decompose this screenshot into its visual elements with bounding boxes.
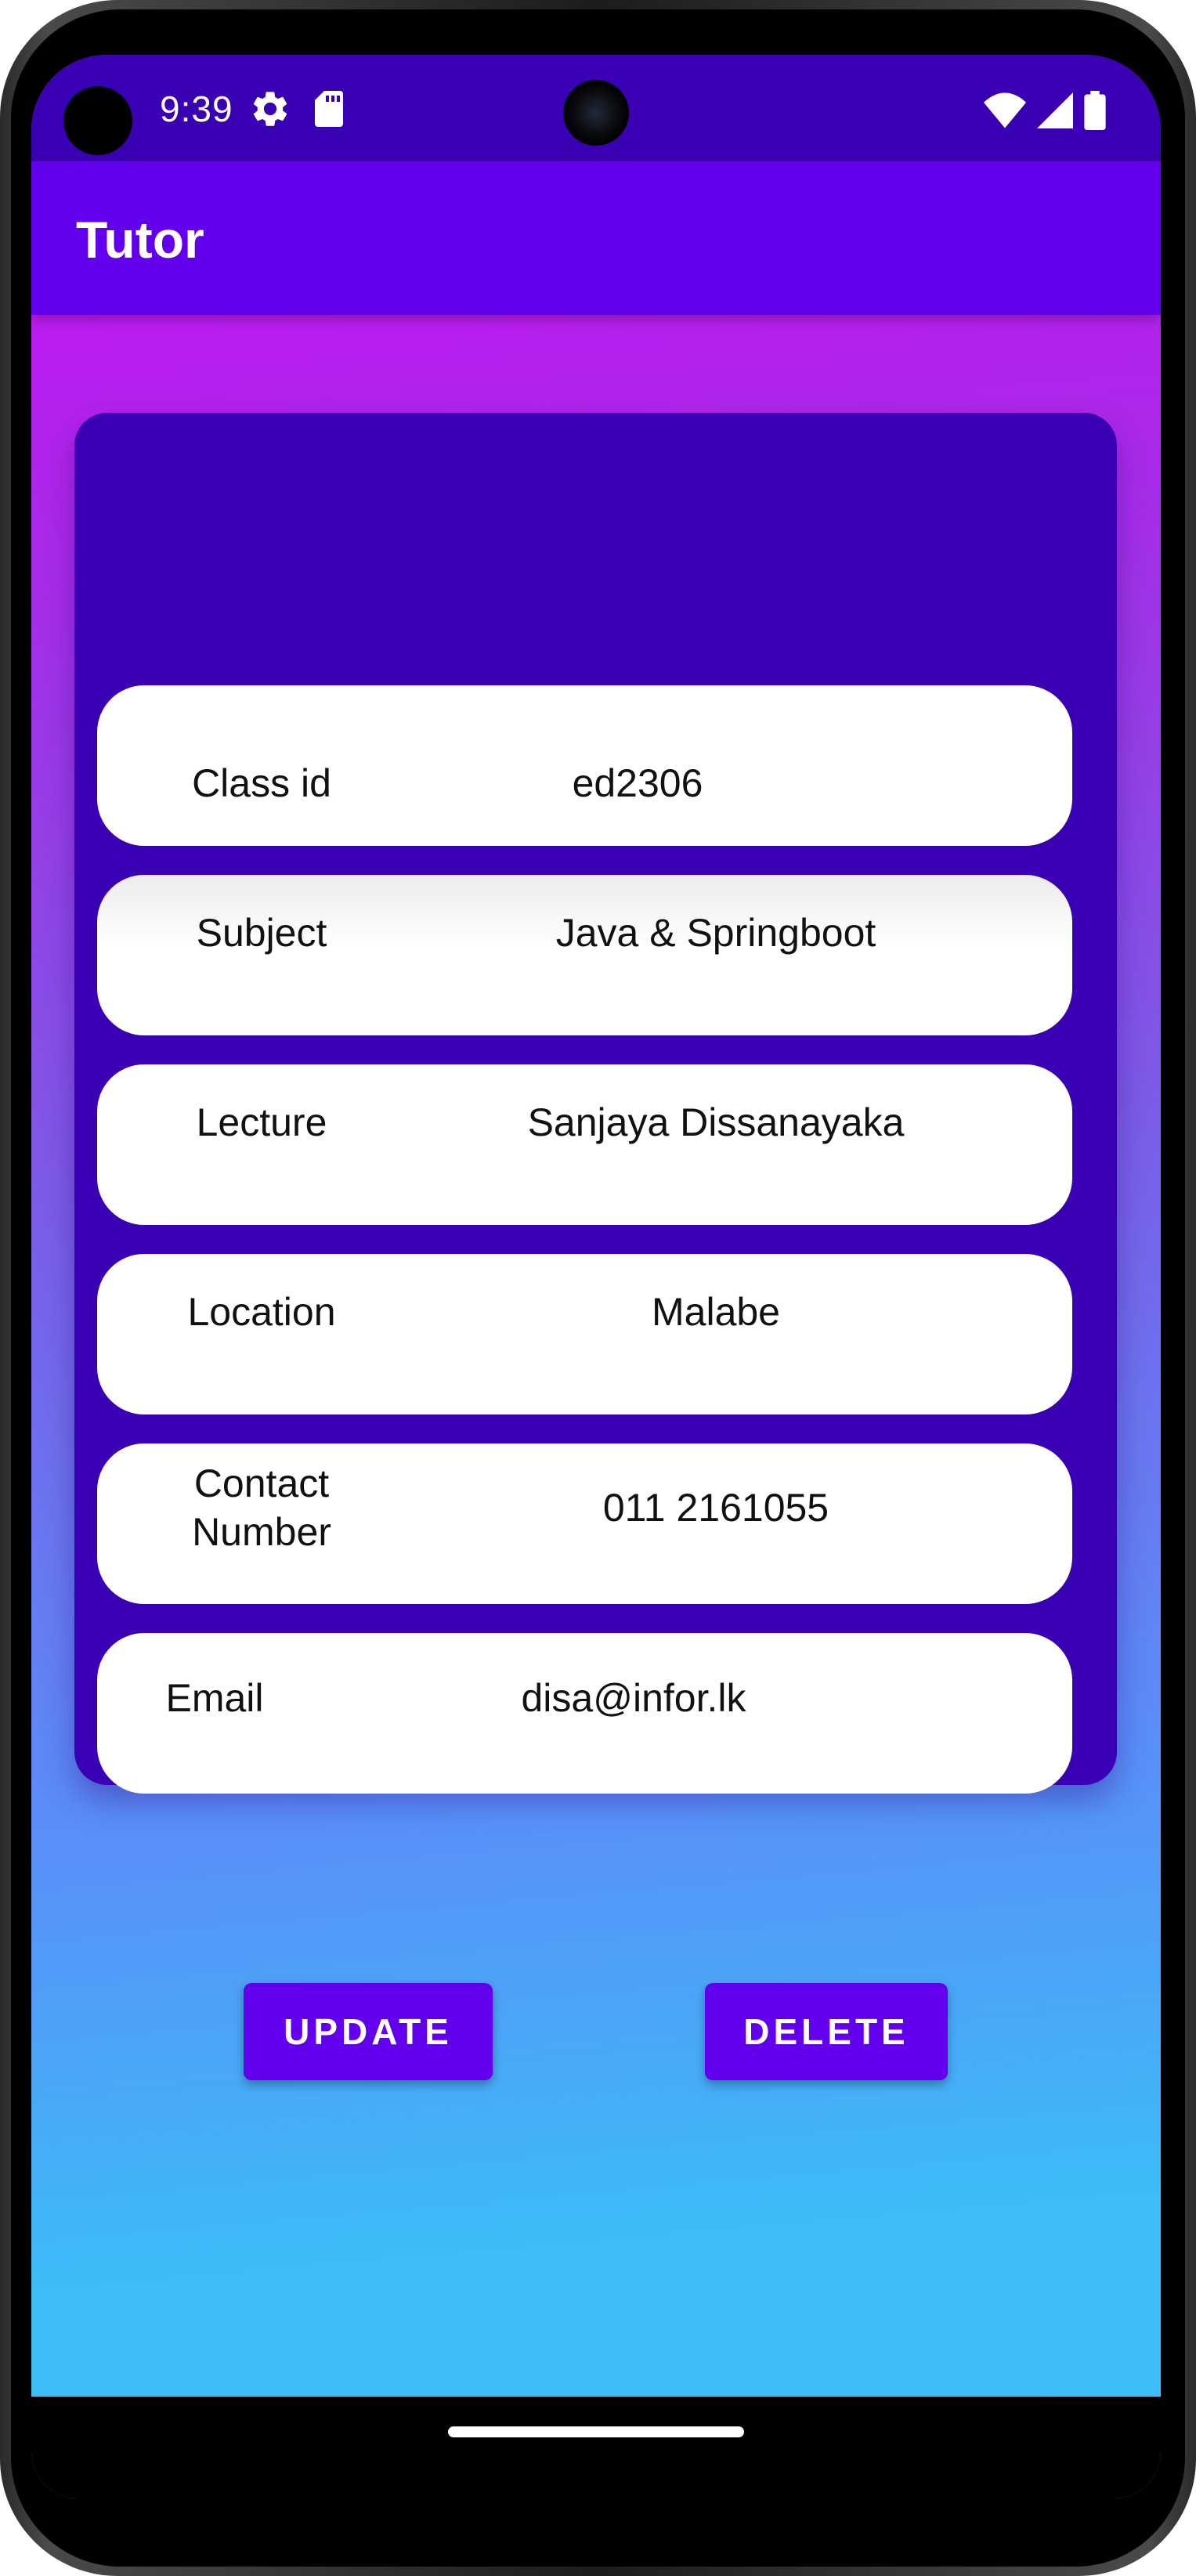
subject-label: Subject	[196, 911, 327, 955]
location-value: Malabe	[652, 1290, 780, 1334]
tutor-details-card: Class id ed2306 Subject Java & Springboo…	[74, 413, 1117, 1794]
detail-row-lecture: Lecture Sanjaya Dissanayaka	[97, 1064, 1072, 1225]
detail-row-subject: Subject Java & Springboot	[97, 875, 1072, 1035]
sd-card-icon	[315, 91, 343, 127]
wifi-icon	[984, 92, 1026, 132]
app-screen: 9:39 Tutor Class id ed2306 Subject Java …	[31, 55, 1161, 2498]
phone-frame: 9:39 Tutor Class id ed2306 Subject Java …	[0, 0, 1196, 2576]
email-value: disa@infor.lk	[521, 1676, 746, 1720]
front-camera	[563, 80, 629, 146]
subject-value: Java & Springboot	[555, 911, 876, 955]
contact-number-label: Contact Number	[192, 1461, 331, 1554]
detail-row-location: Location Malabe	[97, 1254, 1072, 1414]
detail-row-email: Email disa@infor.lk	[97, 1633, 1072, 1794]
status-bar: 9:39	[31, 55, 1161, 161]
cellular-signal-icon	[1037, 92, 1073, 132]
camera-cutout	[63, 86, 132, 155]
status-icons-right	[984, 91, 1106, 134]
status-time: 9:39	[160, 89, 233, 129]
detail-row-contact-number: Contact Number 011 2161055	[97, 1443, 1072, 1604]
app-title: Tutor	[76, 211, 204, 269]
battery-icon	[1084, 91, 1106, 134]
navigation-bar	[31, 2397, 1161, 2498]
contact-number-value: 011 2161055	[602, 1486, 829, 1530]
delete-button[interactable]: DELETE	[705, 1983, 948, 2080]
email-label: Email	[165, 1676, 264, 1720]
app-bar: Tutor	[31, 161, 1161, 315]
settings-gear-icon	[249, 88, 291, 130]
lecture-label: Lecture	[196, 1100, 327, 1144]
lecture-value: Sanjaya Dissanayaka	[527, 1100, 905, 1144]
class-id-label: Class id	[192, 761, 331, 805]
update-button[interactable]: UPDATE	[244, 1983, 493, 2080]
power-button	[1193, 830, 1196, 1010]
home-gesture-handle[interactable]	[448, 2426, 744, 2437]
volume-button	[1193, 1026, 1196, 1331]
class-id-value: ed2306	[572, 761, 703, 805]
detail-row-class-id: Class id ed2306	[97, 685, 1072, 846]
location-label: Location	[187, 1290, 336, 1334]
